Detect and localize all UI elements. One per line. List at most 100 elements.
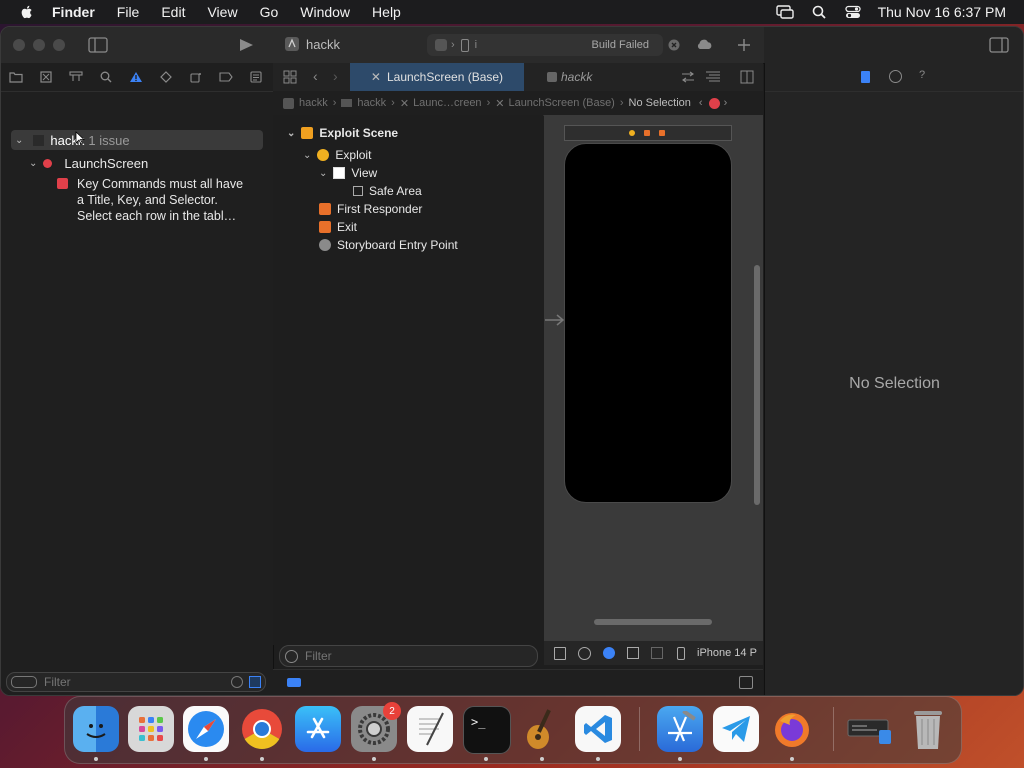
outline-controller-row[interactable]: ⌄ Exploit [303, 146, 371, 164]
issue-file-row[interactable]: ⌄ LaunchScreen [29, 154, 148, 172]
report-list-icon[interactable] [241, 71, 271, 83]
outline-first-responder-row[interactable]: First Responder [319, 200, 422, 218]
outline-filter-input[interactable] [303, 648, 507, 664]
debug-indicator-icon[interactable] [287, 678, 301, 687]
safe-area-layout-icon[interactable] [651, 647, 663, 659]
outline-entry-point-row[interactable]: Storyboard Entry Point [319, 236, 458, 254]
apple-icon[interactable] [19, 4, 35, 20]
vscode-dock-icon[interactable] [575, 706, 621, 752]
menu-file[interactable]: File [117, 4, 140, 20]
device-selector-label[interactable]: iPhone 14 P [697, 647, 757, 659]
menu-app-name[interactable]: Finder [52, 4, 95, 20]
file-inspector-icon[interactable] [861, 71, 870, 83]
add-plus-icon[interactable] [737, 38, 751, 52]
inspector-toggle-icon[interactable] [989, 37, 1009, 53]
build-error-icon[interactable] [668, 39, 680, 51]
issue-project-row[interactable]: ⌄ hackk 1 issue [11, 130, 263, 150]
launchpad-dock-icon[interactable] [128, 706, 174, 752]
tab-launchscreen[interactable]: ✕ LaunchScreen (Base) [350, 63, 524, 91]
textedit-dock-icon[interactable] [407, 706, 453, 752]
minimize-window-button[interactable] [33, 39, 45, 51]
debug-area-toggle-icon[interactable] [739, 676, 753, 689]
telegram-dock-icon[interactable] [713, 706, 759, 752]
run-play-icon[interactable] [238, 38, 254, 52]
vertical-scrollbar[interactable] [754, 265, 760, 505]
jumpbar-project[interactable]: hackk [299, 97, 328, 109]
find-search-icon[interactable] [91, 71, 121, 83]
folder-icon[interactable] [1, 71, 31, 83]
appearance-globe-icon[interactable] [603, 647, 615, 659]
outline-scene-row[interactable]: ⌄ Exploit Scene [287, 124, 398, 142]
dock-exit-icon[interactable] [659, 130, 665, 136]
device-phone-icon[interactable] [677, 646, 685, 660]
trash-dock-icon[interactable] [905, 706, 951, 752]
previous-issue-chevron-icon[interactable]: ‹ [699, 97, 703, 109]
jumpbar-base[interactable]: LaunchScreen (Base) [508, 97, 614, 109]
menu-view[interactable]: View [207, 4, 237, 20]
issue-message[interactable]: Key Commands must all have a Title, Key,… [57, 176, 267, 224]
garageband-dock-icon[interactable] [519, 706, 565, 752]
close-window-button[interactable] [13, 39, 25, 51]
app-store-dock-icon[interactable] [295, 706, 341, 752]
accessibility-icon[interactable] [578, 646, 591, 660]
outline-filter-field[interactable] [279, 645, 538, 667]
outline-safe-area-row[interactable]: Safe Area [353, 182, 422, 200]
menu-help[interactable]: Help [372, 4, 401, 20]
system-settings-dock-icon[interactable]: 2 [351, 702, 401, 752]
symbol-hierarchy-icon[interactable] [61, 71, 91, 83]
chrome-dock-icon[interactable] [239, 706, 285, 752]
scope-toggle-icon[interactable] [249, 676, 261, 688]
outline-view-row[interactable]: ⌄ View [319, 164, 377, 182]
disclosure-chevron-down-icon[interactable]: ⌄ [287, 128, 295, 139]
scheme-activity-view[interactable]: › i Build Failed [427, 34, 663, 56]
disclosure-chevron-down-icon[interactable]: ⌄ [29, 158, 37, 169]
error-indicator-icon[interactable] [708, 97, 720, 109]
zoom-window-button[interactable] [53, 39, 65, 51]
downloads-stack-dock-icon[interactable] [847, 706, 893, 752]
disclosure-chevron-down-icon[interactable]: ⌄ [15, 135, 23, 146]
cloud-icon[interactable] [695, 38, 713, 50]
next-issue-chevron-icon[interactable]: › [724, 97, 728, 109]
spotlight-search-icon[interactable] [810, 5, 828, 19]
source-control-icon[interactable] [31, 71, 61, 83]
menu-go[interactable]: Go [260, 4, 279, 20]
split-editor-icon[interactable] [740, 70, 754, 84]
jumpbar-file[interactable]: Launc…creen [413, 97, 482, 109]
dock-responder-icon[interactable] [644, 130, 650, 136]
jumpbar-selection[interactable]: No Selection [629, 97, 691, 109]
sidebar-toggle-icon[interactable] [88, 37, 108, 53]
menu-edit[interactable]: Edit [161, 4, 185, 20]
outline-exit-row[interactable]: Exit [319, 218, 357, 236]
phone-screen-preview[interactable] [564, 143, 732, 503]
close-tab-icon[interactable]: ✕ [371, 70, 381, 84]
disclosure-chevron-down-icon[interactable]: ⌄ [303, 150, 311, 161]
issue-warning-icon[interactable] [121, 71, 151, 83]
xcode-dock-icon[interactable] [657, 706, 703, 752]
control-center-icon[interactable] [844, 5, 862, 19]
jumpbar-group[interactable]: hackk [357, 97, 386, 109]
filter-options-icon[interactable] [11, 676, 37, 688]
horizontal-scrollbar[interactable] [594, 619, 712, 625]
terminal-dock-icon[interactable]: >_ [463, 706, 511, 754]
safari-dock-icon[interactable] [183, 706, 229, 752]
forward-chevron-icon[interactable]: › [333, 68, 338, 84]
menu-datetime[interactable]: Thu Nov 16 6:37 PM [878, 4, 1006, 20]
screen-mirroring-icon[interactable] [775, 5, 794, 19]
menu-window[interactable]: Window [300, 4, 350, 20]
grid-related-items-icon[interactable] [283, 70, 297, 84]
tab-hackk[interactable]: hackk [533, 63, 623, 91]
finder-dock-icon[interactable] [73, 706, 119, 752]
navigator-filter-field[interactable] [6, 672, 266, 692]
firefox-dock-icon[interactable] [769, 706, 815, 752]
outline-toggle-icon[interactable] [554, 646, 566, 660]
history-clock-icon[interactable] [889, 70, 902, 83]
test-diamond-icon[interactable] [151, 71, 181, 83]
storyboard-canvas[interactable] [544, 115, 763, 651]
navigator-filter-input[interactable] [42, 674, 216, 690]
dock-controller-icon[interactable] [629, 130, 635, 136]
editor-options-lines-icon[interactable] [705, 71, 721, 83]
rotate-device-icon[interactable] [627, 647, 639, 659]
help-question-icon[interactable]: ? [919, 69, 925, 81]
debug-spray-icon[interactable] [181, 71, 211, 83]
scene-dock-bar[interactable] [564, 125, 732, 141]
